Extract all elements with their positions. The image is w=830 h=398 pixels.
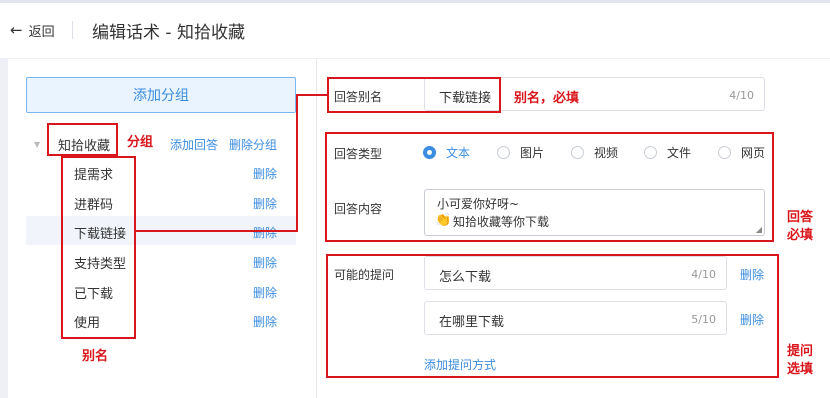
- annotation-group: 分组: [127, 135, 154, 150]
- delete-alias-link[interactable]: 删除: [253, 284, 277, 301]
- header-divider: [72, 21, 73, 39]
- annotation-box-alias-input: [327, 77, 501, 113]
- delete-alias-link[interactable]: 删除: [253, 313, 277, 330]
- annotation-box-group: [47, 123, 118, 156]
- annotation-box-answer: [325, 132, 774, 242]
- back-label: 返回: [28, 25, 55, 40]
- add-answer-link[interactable]: 添加回答: [170, 136, 218, 153]
- annotation-connector: [136, 230, 298, 232]
- delete-alias-link[interactable]: 删除: [253, 254, 277, 271]
- top-header: ← 返回 编辑话术 - 知拾收藏: [0, 0, 830, 58]
- annotation-question-1: 提问: [787, 344, 814, 359]
- delete-alias-link[interactable]: 删除: [253, 165, 277, 182]
- add-group-button[interactable]: 添加分组: [26, 77, 296, 113]
- annotation-connector: [296, 94, 298, 232]
- arrow-left-icon: ←: [10, 21, 23, 39]
- collapse-caret-icon[interactable]: ▼: [34, 140, 40, 149]
- annotation-alias: 别名: [82, 349, 109, 364]
- annotation-question-2: 选填: [787, 362, 814, 377]
- annotation-box-questions: [326, 254, 779, 378]
- annotation-box-aliases: [61, 156, 136, 339]
- annotation-answer-2: 必填: [787, 228, 814, 243]
- char-counter: 4/10: [729, 89, 754, 102]
- annotation-answer-1: 回答: [787, 210, 814, 225]
- delete-alias-link[interactable]: 删除: [253, 195, 277, 212]
- back-button[interactable]: ← 返回: [10, 21, 55, 41]
- delete-alias-link[interactable]: 删除: [253, 224, 277, 241]
- delete-group-link[interactable]: 删除分组: [229, 136, 277, 153]
- page-title: 编辑话术 - 知拾收藏: [92, 23, 245, 43]
- annotation-alias-required: 别名，必填: [514, 91, 580, 106]
- panel-divider: [316, 59, 317, 398]
- annotation-connector: [296, 94, 328, 96]
